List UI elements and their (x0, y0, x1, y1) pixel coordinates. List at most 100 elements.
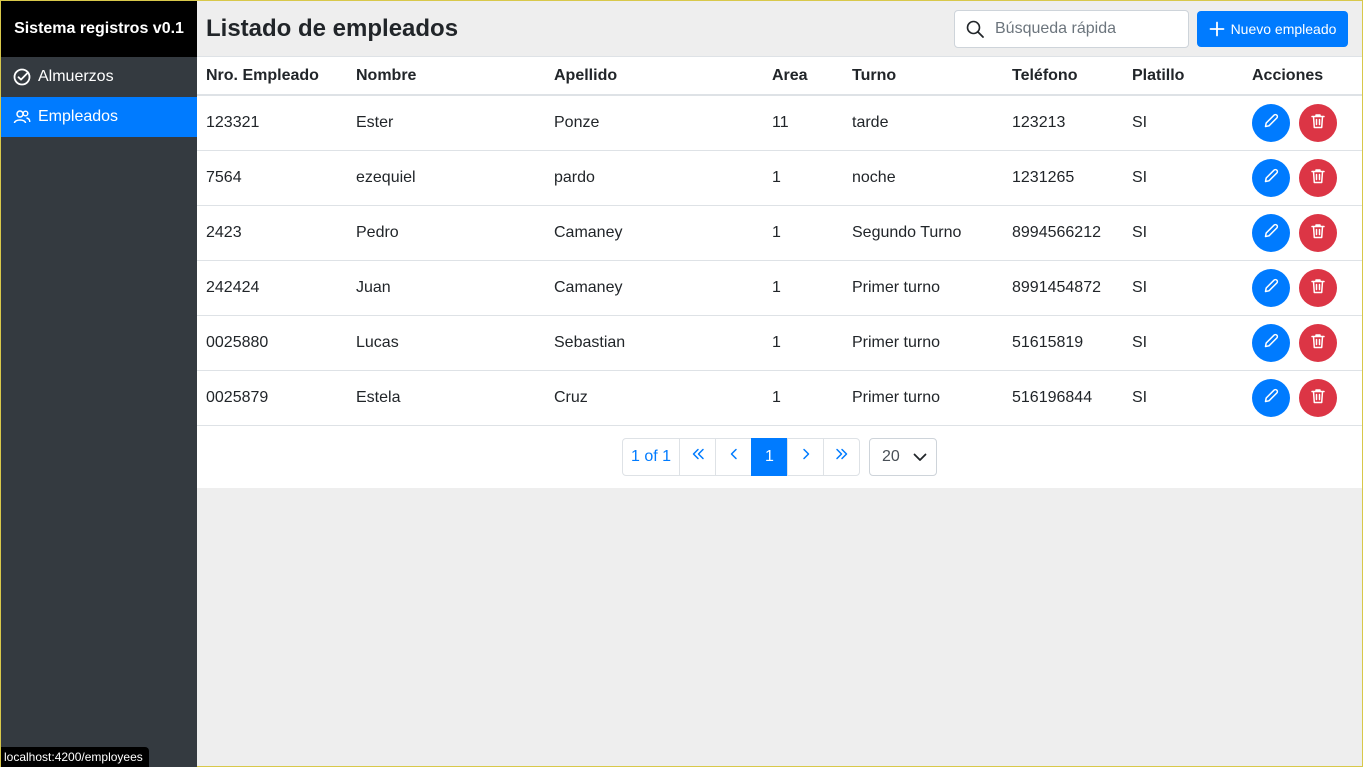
delete-button[interactable] (1299, 268, 1338, 307)
new-employee-button[interactable]: Nuevo empleado (1197, 10, 1348, 47)
cell-nro: 0025879 (197, 370, 347, 426)
page-size-value: 20 (882, 447, 900, 465)
table-row: 123321 Ester Ponze 11 tarde 123213 SI (197, 95, 1362, 151)
search-icon (965, 19, 985, 39)
delete-button[interactable] (1299, 213, 1338, 252)
double-chevron-left-icon (690, 446, 706, 467)
column-header[interactable]: Nro. Empleado (197, 57, 347, 96)
trash-icon (1309, 332, 1327, 353)
check-circle-icon (13, 68, 31, 86)
pencil-icon (1262, 332, 1280, 353)
cell-actions (1243, 260, 1362, 316)
table-row: 0025879 Estela Cruz 1 Primer turno 51619… (197, 370, 1362, 426)
cell-actions (1243, 315, 1362, 371)
search-input[interactable] (995, 19, 1175, 38)
main-content: Listado de empleados Nuevo empleado Nro.… (197, 1, 1362, 767)
page-button-current[interactable]: 1 (751, 437, 788, 476)
delete-button[interactable] (1299, 378, 1338, 417)
pagination-bar: 1 of 1 1 20 (197, 426, 1362, 488)
page-title: Listado de empleados (206, 14, 459, 42)
cell-turno: Primer turno (843, 315, 1003, 371)
cell-platillo: SI (1123, 315, 1243, 371)
chevron-down-icon (912, 449, 928, 465)
column-header[interactable]: Turno (843, 57, 1003, 96)
cell-nombre: ezequiel (347, 150, 545, 206)
sidebar-item-label: Almuerzos (38, 68, 114, 85)
status-bar-url: localhost:4200/employees (1, 747, 149, 767)
search-box[interactable] (954, 9, 1189, 48)
page-size-select[interactable]: 20 (869, 437, 937, 476)
cell-apellido: pardo (545, 150, 763, 206)
cell-telefono: 516196844 (1003, 370, 1123, 426)
edit-button[interactable] (1252, 378, 1290, 417)
cell-nombre: Lucas (347, 315, 545, 371)
table-row: 242424 Juan Camaney 1 Primer turno 89914… (197, 260, 1362, 316)
cell-area: 1 (763, 315, 843, 371)
cell-turno: Primer turno (843, 260, 1003, 316)
cell-apellido: Sebastian (545, 315, 763, 371)
cell-turno: noche (843, 150, 1003, 206)
cell-nro: 123321 (197, 95, 347, 151)
chevron-left-icon (726, 446, 742, 467)
last-page-button[interactable] (823, 437, 860, 476)
edit-button[interactable] (1252, 268, 1290, 307)
trash-icon (1309, 277, 1327, 298)
cell-turno: Primer turno (843, 370, 1003, 426)
cell-apellido: Cruz (545, 370, 763, 426)
topbar: Listado de empleados Nuevo empleado (197, 1, 1362, 57)
cell-area: 1 (763, 150, 843, 206)
delete-button[interactable] (1299, 323, 1338, 362)
new-employee-label: Nuevo empleado (1230, 20, 1337, 37)
trash-icon (1309, 167, 1327, 188)
cell-apellido: Ponze (545, 95, 763, 151)
column-header[interactable]: Teléfono (1003, 57, 1123, 96)
cell-nro: 7564 (197, 150, 347, 206)
cell-area: 11 (763, 95, 843, 151)
edit-button[interactable] (1252, 323, 1290, 362)
users-icon (13, 108, 31, 126)
pencil-icon (1262, 167, 1280, 188)
delete-button[interactable] (1299, 103, 1338, 142)
cell-telefono: 1231265 (1003, 150, 1123, 206)
sidebar: Sistema registros v0.1 Almuerzos Emplead… (1, 1, 197, 767)
edit-button[interactable] (1252, 158, 1290, 197)
first-page-button[interactable] (679, 437, 716, 476)
trash-icon (1309, 387, 1327, 408)
pencil-icon (1262, 277, 1280, 298)
edit-button[interactable] (1252, 213, 1290, 252)
plus-icon (1209, 21, 1225, 37)
sidebar-item-empleados[interactable]: Empleados (1, 97, 197, 137)
cell-nombre: Pedro (347, 205, 545, 261)
column-header[interactable]: Apellido (545, 57, 763, 96)
cell-platillo: SI (1123, 370, 1243, 426)
cell-telefono: 123213 (1003, 95, 1123, 151)
cell-telefono: 8991454872 (1003, 260, 1123, 316)
cell-platillo: SI (1123, 95, 1243, 151)
pagination: 1 of 1 1 (622, 437, 860, 476)
sidebar-item-almuerzos[interactable]: Almuerzos (1, 57, 197, 97)
cell-actions (1243, 150, 1362, 206)
cell-platillo: SI (1123, 205, 1243, 261)
prev-page-button[interactable] (715, 437, 752, 476)
cell-platillo: SI (1123, 150, 1243, 206)
next-page-button[interactable] (787, 437, 824, 476)
delete-button[interactable] (1299, 158, 1338, 197)
column-header[interactable]: Platillo (1123, 57, 1243, 96)
cell-area: 1 (763, 370, 843, 426)
edit-button[interactable] (1252, 103, 1290, 142)
chevron-right-icon (798, 446, 814, 467)
table-row: 2423 Pedro Camaney 1 Segundo Turno 89945… (197, 205, 1362, 261)
page-summary: 1 of 1 (622, 437, 680, 476)
column-header: Acciones (1243, 57, 1362, 96)
double-chevron-right-icon (834, 446, 850, 467)
pencil-icon (1262, 387, 1280, 408)
column-header[interactable]: Area (763, 57, 843, 96)
sidebar-item-label: Empleados (38, 108, 119, 125)
cell-nombre: Ester (347, 95, 545, 151)
column-header[interactable]: Nombre (347, 57, 545, 96)
app-brand: Sistema registros v0.1 (1, 1, 197, 57)
cell-turno: Segundo Turno (843, 205, 1003, 261)
pencil-icon (1262, 112, 1280, 133)
cell-nro: 242424 (197, 260, 347, 316)
cell-nro: 2423 (197, 205, 347, 261)
